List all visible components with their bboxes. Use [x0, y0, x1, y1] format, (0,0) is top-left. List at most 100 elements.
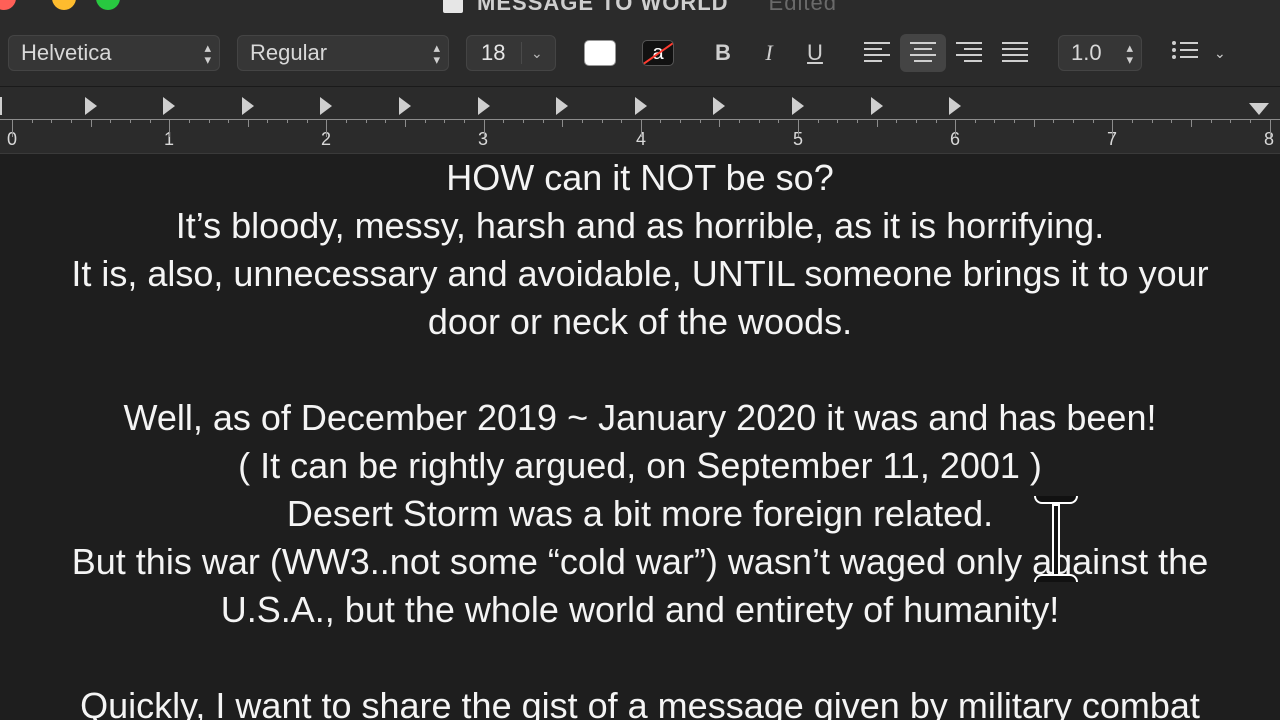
bold-button[interactable]: B [708, 36, 738, 70]
ruler-tick [326, 119, 327, 137]
ruler-tick [916, 119, 917, 123]
line-spacing-popup[interactable]: 1.0 ▴ ▾ [1058, 35, 1142, 71]
tab-stop-marker[interactable] [85, 97, 97, 115]
divider [521, 42, 522, 64]
ruler[interactable]: 0 1 2 3 4 5 6 7 8 [0, 87, 1280, 154]
ruler-tick [1112, 119, 1113, 137]
ruler-tick [366, 119, 367, 123]
ruler-tick [1034, 119, 1035, 127]
ruler-tick [857, 119, 858, 123]
ruler-tick [562, 119, 563, 127]
ruler-tick [719, 119, 720, 127]
ruler-tick [51, 119, 52, 123]
ruler-tick [425, 119, 426, 123]
ruler-tick [778, 119, 779, 123]
ruler-tick [1152, 119, 1153, 123]
highlight-color-swatch[interactable]: a [642, 40, 674, 66]
text-color-swatch[interactable] [584, 40, 616, 66]
chevron-down-icon[interactable]: ⌄ [531, 36, 543, 70]
tab-stop-marker[interactable] [713, 97, 725, 115]
up-down-arrows-icon: ▴ ▾ [204, 40, 211, 67]
font-family-popup[interactable]: Helvetica ▴ ▾ [8, 35, 220, 71]
tab-stop-marker[interactable] [792, 97, 804, 115]
align-center-icon[interactable] [910, 42, 936, 64]
font-size-value: 18 [481, 40, 506, 65]
ruler-tick [1093, 119, 1094, 123]
tab-stop-marker[interactable] [399, 97, 411, 115]
ruler-tick [130, 119, 131, 123]
tab-stop-marker[interactable] [242, 97, 254, 115]
ruler-tick [1171, 119, 1172, 123]
font-style-value: Regular [250, 40, 328, 65]
chevron-down-icon[interactable]: ⌄ [1214, 36, 1226, 70]
ruler-tick [150, 119, 151, 123]
up-down-arrows-icon: ▴ ▾ [433, 40, 440, 67]
ruler-tick [464, 119, 465, 123]
ruler-tick [385, 119, 386, 123]
ruler-tick [1191, 119, 1192, 127]
ruler-tick [444, 119, 445, 123]
highlight-letter: a [652, 42, 664, 64]
document-icon [443, 0, 464, 14]
ruler-number: 3 [478, 129, 489, 149]
ruler-tick [91, 119, 92, 127]
text-line[interactable] [0, 634, 1280, 682]
window-title-text: MESSAGE TO WORLD [477, 0, 729, 15]
ruler-tick [798, 119, 799, 137]
ruler-tick [1014, 119, 1015, 123]
text-line[interactable]: Desert Storm was a bit more foreign rela… [0, 490, 1280, 538]
text-line[interactable]: Well, as of December 2019 ~ January 2020… [0, 394, 1280, 442]
tab-stop-marker[interactable] [163, 97, 175, 115]
tab-stop-marker[interactable] [635, 97, 647, 115]
tab-stop-marker[interactable] [320, 97, 332, 115]
window-title: MESSAGE TO WORLD Edited [0, 0, 1280, 16]
ruler-tick [503, 119, 504, 123]
align-left-icon[interactable] [864, 42, 890, 64]
font-style-popup[interactable]: Regular ▴ ▾ [237, 35, 449, 71]
text-line[interactable]: Quickly, I want to share the gist of a m… [0, 682, 1280, 720]
ruler-tick [1270, 119, 1271, 137]
ruler-tick [621, 119, 622, 123]
tab-stop-marker[interactable] [478, 97, 490, 115]
text-line[interactable]: It is, also, unnecessary and avoidable, … [0, 250, 1280, 298]
ruler-tick [602, 119, 603, 123]
ruler-tick [1230, 119, 1231, 123]
justify-icon[interactable] [1002, 42, 1028, 64]
ruler-tick [12, 119, 13, 137]
bullet-list-icon[interactable] [1172, 41, 1198, 64]
ruler-tick [1211, 119, 1212, 123]
font-size-combo[interactable]: 18 ⌄ [466, 35, 556, 71]
ruler-tick [484, 119, 485, 137]
tab-stop-marker[interactable] [556, 97, 568, 115]
ruler-tick [1132, 119, 1133, 123]
ruler-tick [189, 119, 190, 123]
text-line[interactable]: door or neck of the woods. [0, 298, 1280, 346]
document-body[interactable]: HOW can it NOT be so? It’s bloody, messy… [0, 154, 1280, 720]
ruler-tick [641, 119, 642, 137]
ruler-tick [739, 119, 740, 123]
ruler-tick [169, 119, 170, 137]
right-margin-marker[interactable] [1249, 103, 1269, 115]
ruler-tick [71, 119, 72, 123]
align-right-icon[interactable] [956, 42, 982, 64]
ruler-tick [1073, 119, 1074, 123]
ruler-tick [267, 119, 268, 123]
underline-button[interactable]: U [800, 36, 830, 70]
ruler-tick [818, 119, 819, 123]
italic-button[interactable]: I [754, 36, 784, 70]
text-line[interactable]: HOW can it NOT be so? [0, 154, 1280, 202]
tab-stop-marker[interactable] [871, 97, 883, 115]
ruler-tick [543, 119, 544, 123]
title-bar: MESSAGE TO WORLD Edited [0, 0, 1280, 30]
left-indent-marker[interactable] [0, 97, 10, 115]
ruler-tick [287, 119, 288, 123]
ruler-tick [209, 119, 210, 123]
ruler-tick [1053, 119, 1054, 123]
text-line[interactable]: U.S.A., but the whole world and entirety… [0, 586, 1280, 634]
text-line[interactable]: ( It can be rightly argued, on September… [0, 442, 1280, 490]
text-line[interactable]: But this war (WW3..not some “cold war”) … [0, 538, 1280, 586]
tab-stop-marker[interactable] [949, 97, 961, 115]
ruler-number: 8 [1264, 129, 1275, 149]
text-line[interactable] [0, 346, 1280, 394]
text-line[interactable]: It’s bloody, messy, harsh and as horribl… [0, 202, 1280, 250]
